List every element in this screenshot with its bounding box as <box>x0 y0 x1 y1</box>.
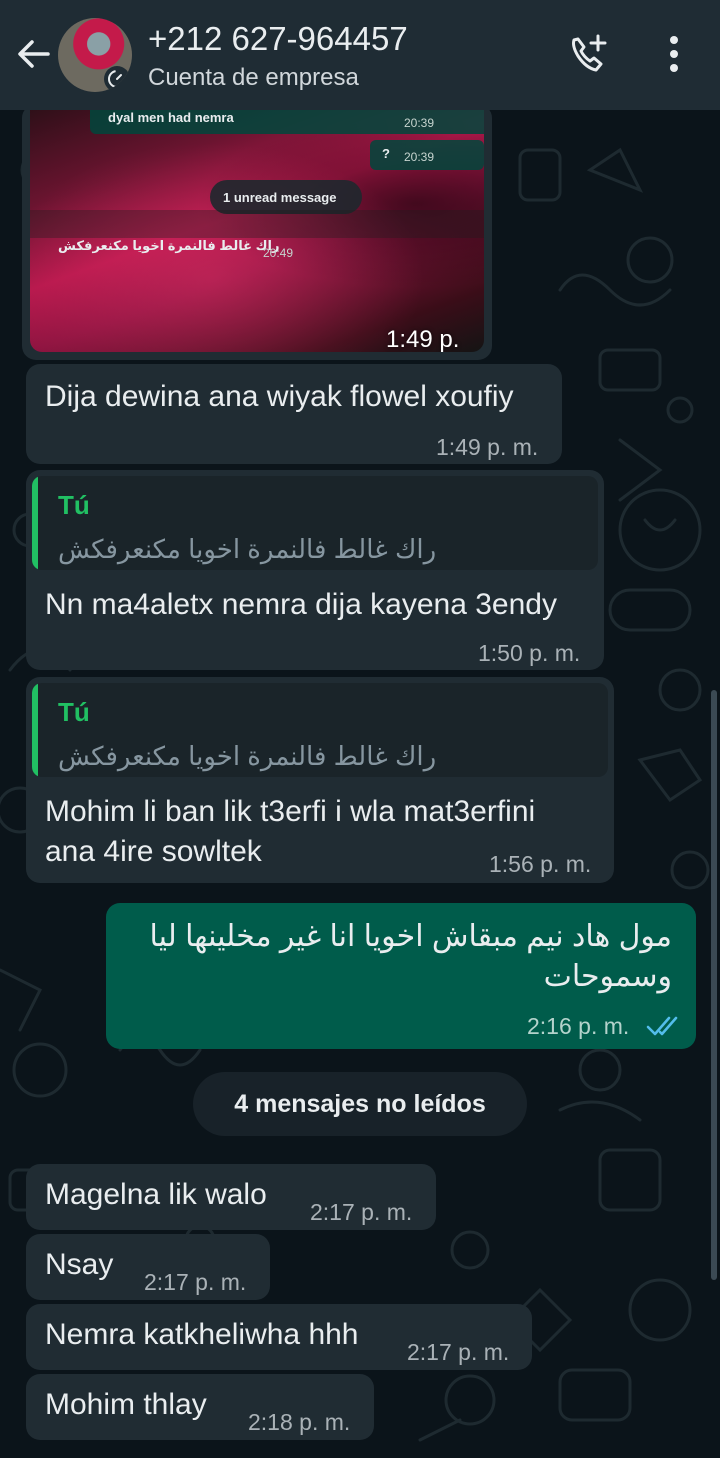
message-text: Mohim li ban lik t3erfi i wla mat3erfini <box>45 795 536 828</box>
incoming-reply-message[interactable]: Tú راك غالط فالنمرة اخويا مكنعرفكش Mohim… <box>26 677 614 883</box>
message-time: 2:17 p. m. <box>144 1269 247 1295</box>
incoming-message[interactable]: Nemra katkheliwha hhh 2:17 p. m. <box>26 1304 532 1370</box>
message-time: 2:17 p. m. <box>407 1339 510 1365</box>
business-badge-icon <box>104 66 130 92</box>
message-text: مول هاد نيم مبقاش اخويا انا غير مخلينها … <box>149 920 672 953</box>
image-message[interactable]: dyal men had nemra 20:39 ? 20:39 1 unrea… <box>22 104 492 360</box>
message-time: 1:56 p. m. <box>489 851 592 877</box>
back-arrow-icon[interactable] <box>14 34 54 74</box>
message-text: وسموحات <box>543 960 672 993</box>
chat-header: +212 627-964457 Cuenta de empresa <box>0 0 720 110</box>
message-text: Nemra katkheliwha hhh <box>45 1318 359 1351</box>
unread-messages-divider: 4 mensajes no leídos <box>193 1072 527 1136</box>
incoming-message[interactable]: Dija dewina ana wiyak flowel xoufiy 1:49… <box>26 364 562 464</box>
screenshot-image[interactable]: dyal men had nemra 20:39 ? 20:39 1 unrea… <box>30 104 484 352</box>
message-text: Magelna lik walo <box>45 1178 267 1211</box>
message-text: Nsay <box>45 1248 114 1281</box>
message-text: Nn ma4aletx nemra dija kayena 3endy <box>45 588 557 621</box>
message-text: Dija dewina ana wiyak flowel xoufiy <box>45 380 514 413</box>
outgoing-message[interactable]: مول هاد نيم مبقاش اخويا انا غير مخلينها … <box>106 903 696 1049</box>
message-text: Mohim thlay <box>45 1388 207 1421</box>
read-double-check-icon <box>646 1016 678 1036</box>
add-call-icon[interactable] <box>566 32 610 76</box>
quoted-message[interactable]: Tú راك غالط فالنمرة اخويا مكنعرفكش <box>32 683 608 777</box>
scrollbar[interactable] <box>711 690 717 1280</box>
quoted-message[interactable]: Tú راك غالط فالنمرة اخويا مكنعرفكش <box>32 476 598 570</box>
contact-name[interactable]: +212 627-964457 <box>148 20 408 58</box>
incoming-message[interactable]: Mohim thlay 2:18 p. m. <box>26 1374 374 1440</box>
quote-text: راك غالط فالنمرة اخويا مكنعرفكش <box>58 534 437 564</box>
message-time: 2:16 p. m. <box>527 1013 630 1039</box>
message-time: 1:49 p. m. <box>386 326 460 352</box>
message-time: 2:18 p. m. <box>248 1409 351 1435</box>
screenshot-time: 20:39 <box>404 116 435 130</box>
incoming-message[interactable]: Nsay 2:17 p. m. <box>26 1234 270 1300</box>
screenshot-text: راك غالط فالنمرة اخويا مكنعرفكش <box>58 238 280 253</box>
more-vert-icon[interactable] <box>658 32 690 76</box>
quote-text: راك غالط فالنمرة اخويا مكنعرفكش <box>58 741 437 771</box>
message-time: 1:49 p. m. <box>436 434 539 460</box>
screenshot-text: ? <box>382 146 390 161</box>
message-text: ana 4ire sowltek <box>45 835 262 868</box>
message-time: 1:50 p. m. <box>478 640 581 666</box>
screenshot-time: 20:39 <box>404 150 435 164</box>
screenshot-text: 1 unread message <box>223 190 337 205</box>
incoming-reply-message[interactable]: Tú راك غالط فالنمرة اخويا مكنعرفكش Nn ma… <box>26 470 604 670</box>
incoming-message[interactable]: Magelna lik walo 2:17 p. m. <box>26 1164 436 1230</box>
quote-author: Tú <box>58 490 90 520</box>
contact-avatar[interactable] <box>58 18 132 92</box>
screenshot-text: dyal men had nemra <box>108 110 234 125</box>
message-time: 2:17 p. m. <box>310 1199 413 1225</box>
contact-subtitle[interactable]: Cuenta de empresa <box>148 64 359 92</box>
quote-author: Tú <box>58 697 90 727</box>
screenshot-time: 20:49 <box>263 246 294 260</box>
